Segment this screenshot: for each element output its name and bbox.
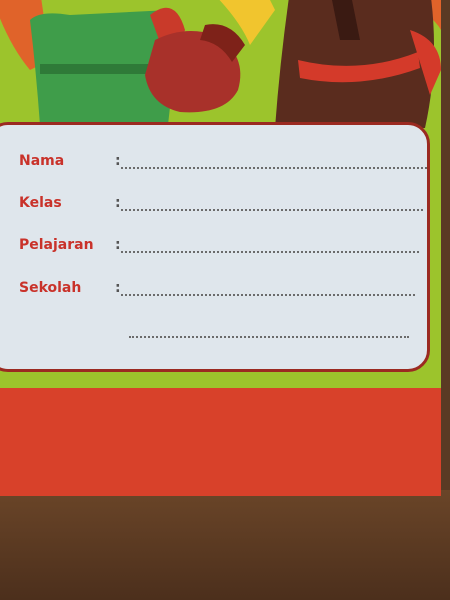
book-cover: Nama : Kelas : Pelajaran : Sekolah :: [0, 0, 441, 496]
field-nama: Nama :: [19, 153, 427, 175]
field-label-sekolah: Sekolah: [19, 280, 82, 296]
field-colon: :: [115, 153, 121, 169]
field-kelas: Kelas :: [19, 195, 423, 217]
cover-illustration: [0, 0, 441, 128]
field-colon: :: [115, 237, 121, 253]
field-label-kelas: Kelas: [19, 195, 62, 211]
field-label-nama: Nama: [19, 153, 65, 169]
dotted-line-pelajaran[interactable]: [121, 251, 419, 253]
dotted-line-kelas[interactable]: [121, 209, 423, 211]
field-pelajaran: Pelajaran :: [19, 237, 419, 259]
field-sekolah-extra: [19, 322, 419, 344]
cover-bottom-band: [0, 388, 441, 496]
field-colon: :: [115, 195, 121, 211]
field-colon: :: [115, 280, 121, 296]
character-left-belt: [40, 64, 160, 74]
dotted-line-extra[interactable]: [129, 336, 409, 338]
dotted-line-nama[interactable]: [121, 167, 427, 169]
name-label-card: Nama : Kelas : Pelajaran : Sekolah :: [0, 122, 430, 372]
field-sekolah: Sekolah :: [19, 280, 419, 302]
field-label-pelajaran: Pelajaran: [19, 237, 94, 253]
dotted-line-sekolah[interactable]: [121, 294, 415, 296]
wooden-table-surface: [0, 490, 450, 600]
